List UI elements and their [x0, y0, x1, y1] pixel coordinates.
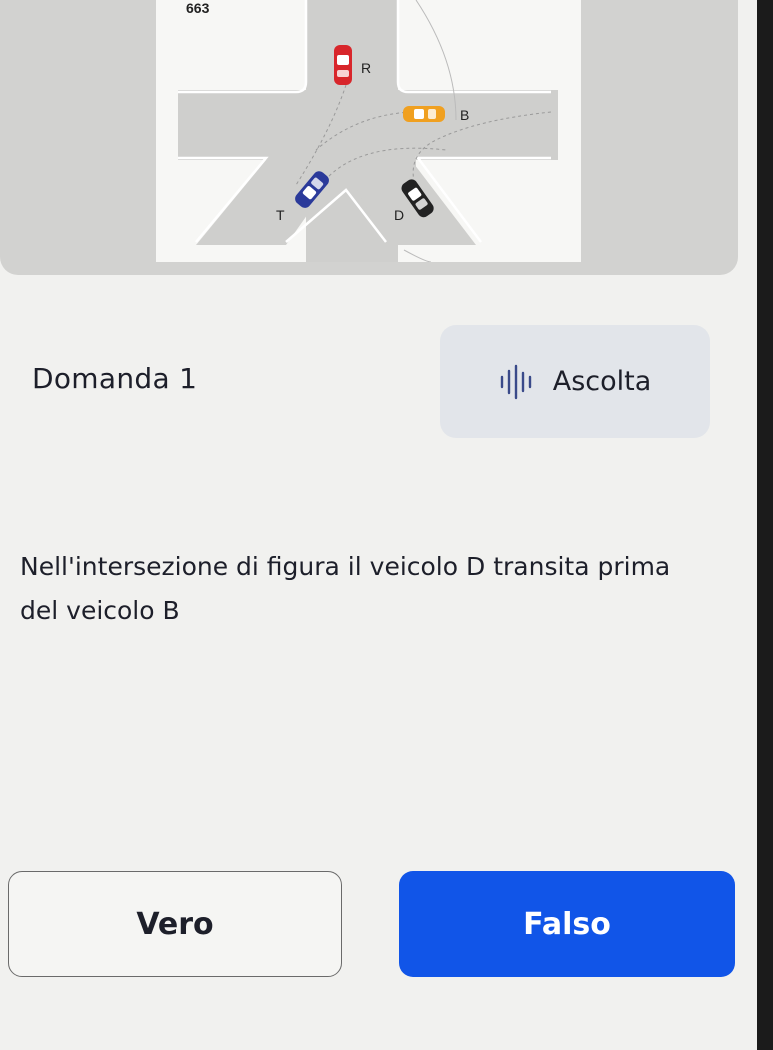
listen-label: Ascolta — [552, 366, 652, 397]
vehicle-b: B — [403, 106, 469, 123]
leader-line-bottom — [403, 249, 432, 262]
audio-waveform-icon — [500, 364, 531, 399]
question-text: Nell'intersezione di figura il veicolo D… — [20, 552, 671, 625]
question-number: Domanda 1 — [32, 362, 198, 395]
vehicle-t-label: T — [276, 207, 285, 223]
true-answer-label: Vero — [136, 906, 214, 942]
quiz-screen: R B T D 663 Domanda 1 Ascolta Nell'inter… — [0, 0, 773, 1050]
true-answer-button[interactable]: Vero — [8, 871, 342, 977]
figure-number: 663 — [186, 0, 210, 16]
false-answer-button[interactable]: Falso — [399, 871, 735, 977]
listen-button[interactable]: Ascolta — [440, 325, 710, 438]
false-answer-label: Falso — [523, 906, 611, 942]
vehicle-r-label: R — [361, 60, 371, 76]
vehicle-d-label: D — [394, 207, 404, 223]
road-surface — [178, 0, 558, 262]
intersection-illustration: R B T D — [178, 0, 558, 262]
device-edge — [757, 0, 773, 1050]
vehicle-b-label: B — [460, 107, 469, 123]
